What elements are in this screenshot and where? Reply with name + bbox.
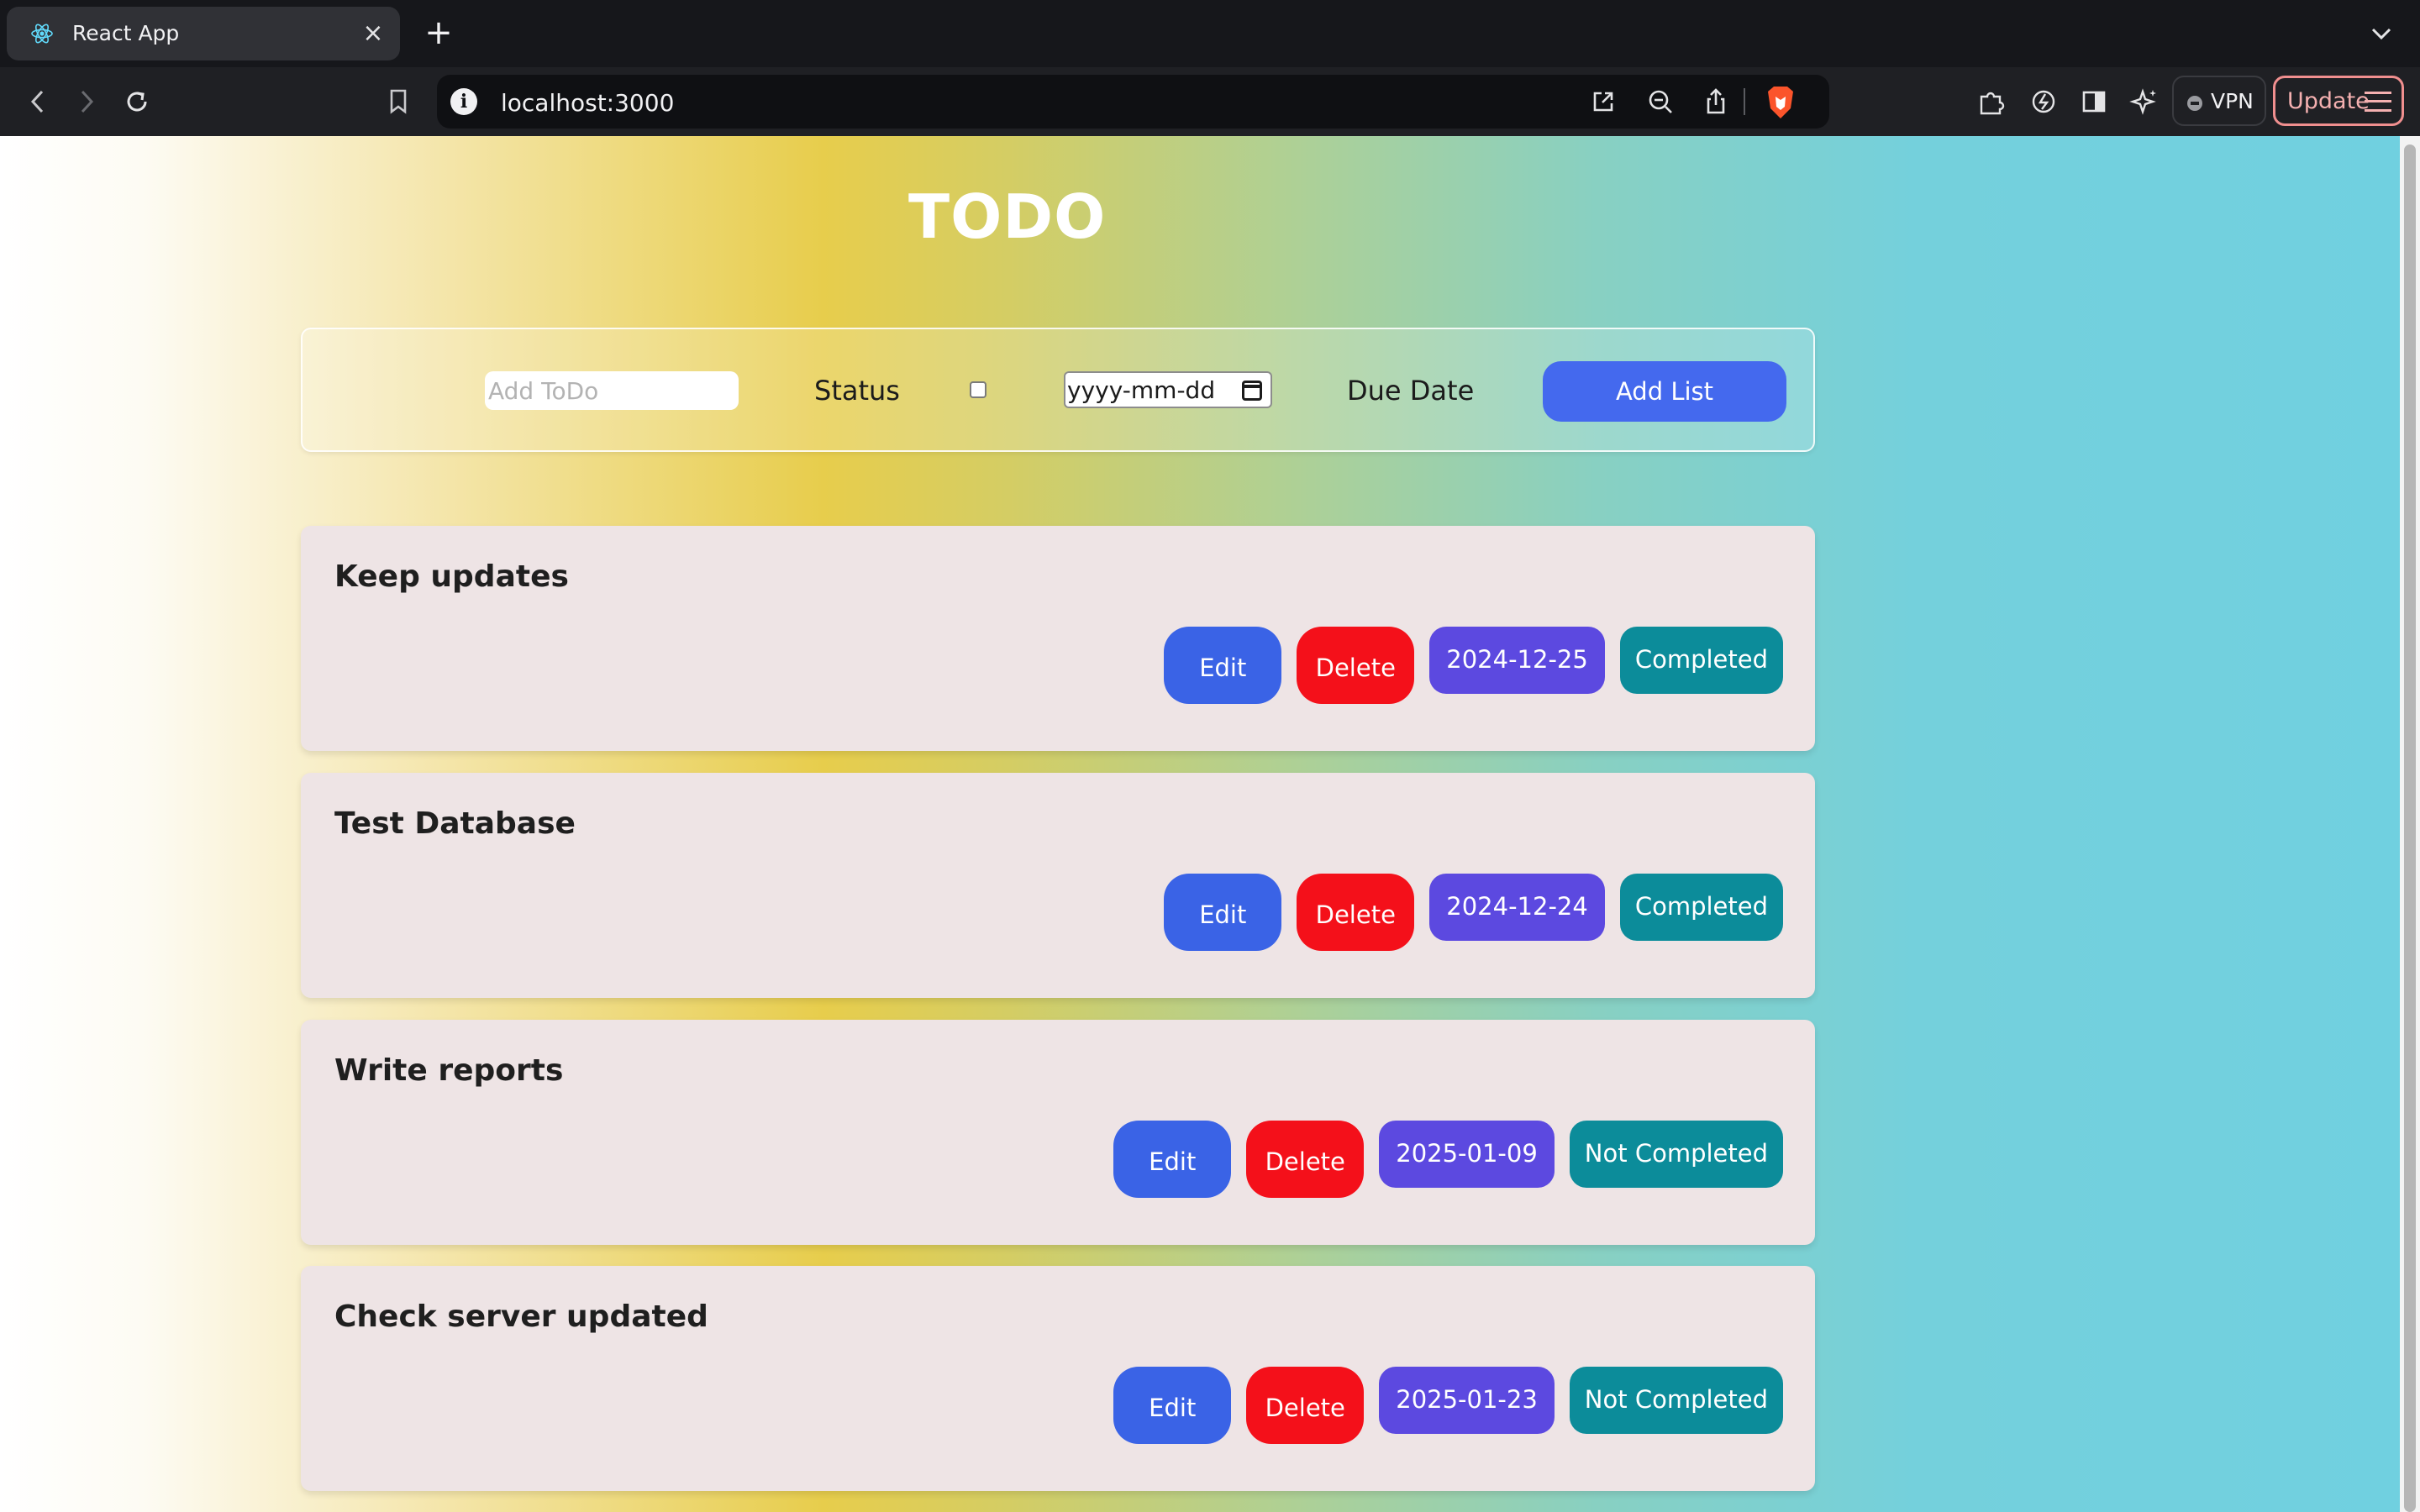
due-date-label: Due Date xyxy=(1347,375,1475,407)
todo-card: Test Database Edit Delete 2024-12-24 Com… xyxy=(301,773,1815,998)
bookmark-icon[interactable] xyxy=(381,84,415,118)
speed-reader-icon[interactable] xyxy=(2027,85,2060,118)
scrollbar-thumb[interactable] xyxy=(2404,144,2416,1512)
edit-button[interactable]: Edit xyxy=(1113,1367,1232,1444)
add-list-button[interactable]: Add List xyxy=(1543,361,1786,422)
status-label: Status xyxy=(814,375,900,407)
extensions-puzzle-icon[interactable] xyxy=(1975,85,2008,118)
edit-button[interactable]: Edit xyxy=(1113,1121,1232,1198)
update-menu-button[interactable]: Update xyxy=(2273,76,2404,126)
due-date-badge: 2024-12-25 xyxy=(1429,627,1605,694)
leo-ai-icon[interactable] xyxy=(2128,85,2161,118)
vpn-label: VPN xyxy=(2211,89,2254,113)
sidebar-toggle-icon[interactable] xyxy=(2077,85,2111,118)
update-label: Update xyxy=(2287,88,2370,114)
page-scrollbar[interactable] xyxy=(2400,136,2420,1512)
reload-icon[interactable] xyxy=(116,81,158,123)
address-bar[interactable]: i localhost:3000 xyxy=(437,75,1829,129)
todo-card: Check server updated Edit Delete 2025-01… xyxy=(301,1266,1815,1491)
todo-card: Keep updates Edit Delete 2024-12-25 Comp… xyxy=(301,526,1815,751)
edit-button[interactable]: Edit xyxy=(1164,627,1282,704)
page-viewport: TODO Status yyyy-mm-dd Due Date Add List… xyxy=(0,136,2420,1512)
status-badge: Not Completed xyxy=(1569,1121,1783,1188)
vpn-status-icon xyxy=(2187,96,2202,111)
brave-shields-icon[interactable] xyxy=(1765,85,1797,120)
close-tab-icon[interactable]: × xyxy=(358,18,388,49)
url-text[interactable]: localhost:3000 xyxy=(501,89,674,117)
todo-title: Test Database xyxy=(334,806,576,841)
forward-arrow-icon[interactable] xyxy=(66,81,108,123)
browser-tab-bar: React App × + xyxy=(0,0,2420,67)
todo-title: Check server updated xyxy=(334,1299,708,1334)
delete-button[interactable]: Delete xyxy=(1246,1367,1365,1444)
site-info-icon[interactable]: i xyxy=(450,88,477,115)
todo-title: Keep updates xyxy=(334,559,569,594)
status-badge: Completed xyxy=(1619,627,1783,694)
open-external-icon[interactable] xyxy=(1586,85,1620,118)
due-date-badge: 2024-12-24 xyxy=(1429,874,1605,941)
vpn-button[interactable]: VPN xyxy=(2172,76,2266,126)
delete-button[interactable]: Delete xyxy=(1297,874,1415,951)
todo-actions: Edit Delete 2025-01-23 Not Completed xyxy=(1113,1367,1783,1444)
browser-toolbar: i localhost:3000 VPN Update xyxy=(0,67,2420,136)
date-placeholder: yyyy-mm-dd xyxy=(1067,376,1216,404)
status-badge: Completed xyxy=(1619,874,1783,941)
todo-actions: Edit Delete 2024-12-25 Completed xyxy=(1164,627,1783,704)
share-icon[interactable] xyxy=(1699,85,1733,118)
browser-tab[interactable]: React App × xyxy=(7,7,400,60)
due-date-badge: 2025-01-09 xyxy=(1379,1121,1555,1188)
todo-actions: Edit Delete 2025-01-09 Not Completed xyxy=(1113,1121,1783,1198)
due-date-input[interactable]: yyyy-mm-dd xyxy=(1064,371,1272,408)
url-separator xyxy=(1744,88,1745,115)
back-arrow-icon[interactable] xyxy=(17,81,59,123)
new-tab-button[interactable]: + xyxy=(418,13,459,54)
hamburger-menu-icon xyxy=(2365,92,2391,112)
delete-button[interactable]: Delete xyxy=(1246,1121,1365,1198)
add-todo-form: Status yyyy-mm-dd Due Date Add List xyxy=(301,328,1815,452)
delete-button[interactable]: Delete xyxy=(1297,627,1415,704)
zoom-out-icon[interactable] xyxy=(1644,85,1677,118)
todo-input[interactable] xyxy=(485,371,739,410)
todo-actions: Edit Delete 2024-12-24 Completed xyxy=(1164,874,1783,951)
tab-title: React App xyxy=(72,21,180,45)
todo-card: Write reports Edit Delete 2025-01-09 Not… xyxy=(301,1020,1815,1245)
todo-title: Write reports xyxy=(334,1053,564,1088)
status-checkbox[interactable] xyxy=(970,381,986,398)
edit-button[interactable]: Edit xyxy=(1164,874,1282,951)
calendar-icon[interactable] xyxy=(1242,381,1262,401)
tab-list-chevron-icon[interactable] xyxy=(2366,18,2396,49)
due-date-badge: 2025-01-23 xyxy=(1379,1367,1555,1434)
status-badge: Not Completed xyxy=(1569,1367,1783,1434)
page-title: TODO xyxy=(908,181,1107,252)
react-logo-icon xyxy=(30,22,54,45)
